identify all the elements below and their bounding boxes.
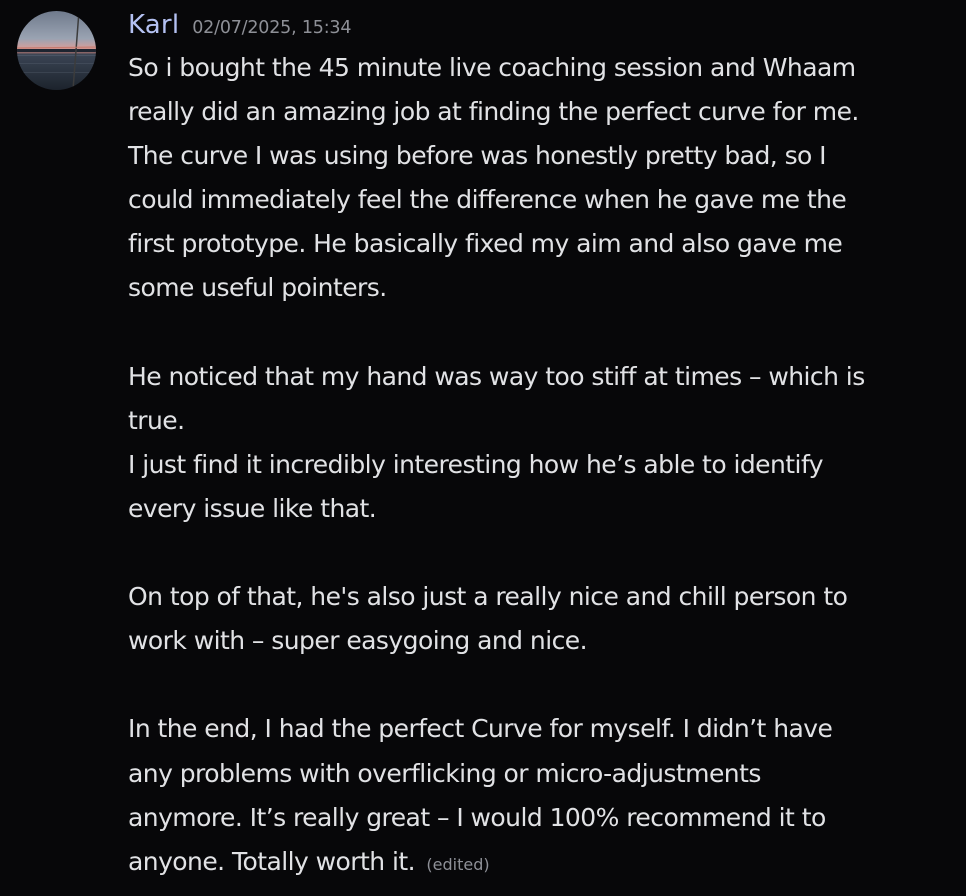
message-text-line: On top of that, he's also just a really … [128, 582, 848, 612]
user-avatar[interactable] [17, 11, 96, 90]
message-timestamp[interactable]: 02/07/2025, 15:34 [192, 18, 351, 38]
message-text-line: The curve I was using before was honestl… [128, 141, 827, 171]
message-text-line: any problems with overflicking or micro-… [128, 758, 761, 788]
message-text-line: true. [128, 405, 185, 435]
edited-label: (edited) [426, 854, 490, 874]
message-text-line: really did an amazing job at finding the… [128, 97, 859, 127]
message-text-line: In the end, I had the perfect Curve for … [128, 714, 833, 744]
chat-message: Karl 02/07/2025, 15:34 So i bought the 4… [0, 0, 966, 896]
message-text-line: every issue like that. [128, 493, 377, 523]
message-text-line: So i bought the 45 minute live coaching … [128, 53, 856, 82]
author-name[interactable]: Karl [128, 10, 179, 40]
message-content: Karl 02/07/2025, 15:34 So i bought the 4… [128, 10, 964, 887]
message-text-line: anymore. It’s really great – I would 100… [128, 802, 826, 832]
message-header: Karl 02/07/2025, 15:34 [128, 10, 964, 46]
message-text-line: I just find it incredibly interesting ho… [128, 449, 824, 479]
avatar-image [17, 11, 96, 90]
message-text-line: anyone. Totally worth it. (edited) [128, 846, 490, 876]
message-text-line: work with – super easygoing and nice. [128, 626, 588, 656]
message-text-line: He noticed that my hand was way too stif… [128, 361, 865, 391]
message-text-line: first prototype. He basically fixed my a… [128, 229, 843, 259]
message-body: So i bought the 45 minute live coaching … [128, 46, 964, 887]
message-text-line: could immediately feel the difference wh… [128, 185, 847, 215]
message-text-line: some useful pointers. [128, 273, 387, 303]
